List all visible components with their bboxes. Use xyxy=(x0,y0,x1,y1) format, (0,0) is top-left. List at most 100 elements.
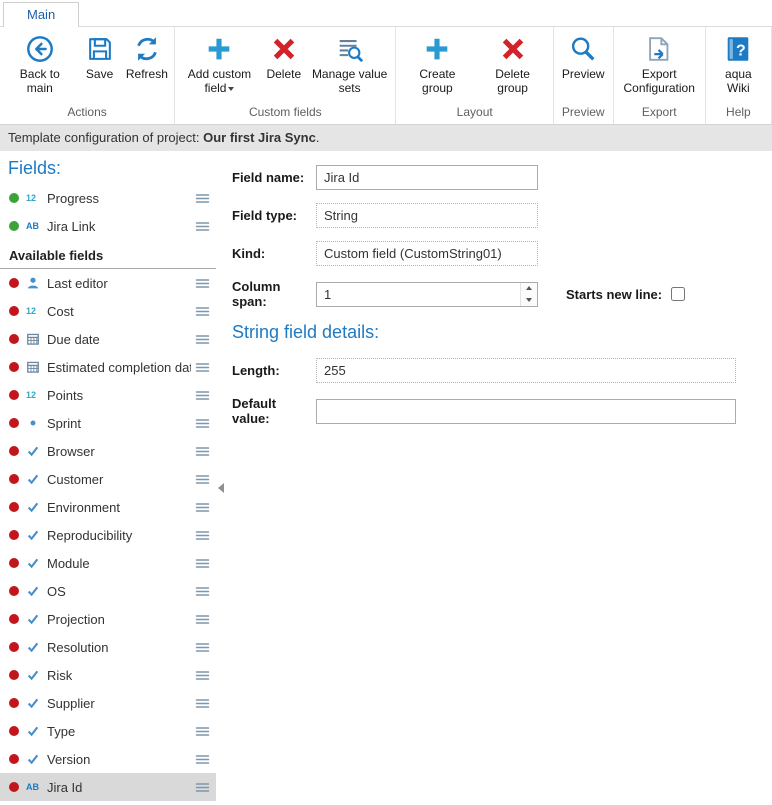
field-item-os[interactable]: OS xyxy=(0,577,216,605)
save-button[interactable]: Save xyxy=(77,32,123,83)
ribbon-button-label: Back to main xyxy=(8,67,72,95)
field-item-projection[interactable]: Projection xyxy=(0,605,216,633)
field-item-resolution[interactable]: Resolution xyxy=(0,633,216,661)
text-type-icon: AB xyxy=(26,780,44,795)
field-item-progress[interactable]: 12Progress xyxy=(0,184,216,212)
field-item-points[interactable]: 12Points xyxy=(0,381,216,409)
delete-button[interactable]: Delete xyxy=(261,32,307,83)
field-item-last-editor[interactable]: Last editor xyxy=(0,269,216,297)
choice-type-icon xyxy=(26,724,44,739)
drag-handle-icon[interactable] xyxy=(195,586,210,597)
choice-type-icon xyxy=(26,612,44,627)
wiki-icon: ? xyxy=(723,34,753,64)
drag-handle-icon[interactable] xyxy=(195,754,210,765)
field-item-jira-id[interactable]: ABJira Id xyxy=(0,773,216,801)
preview-button[interactable]: Preview xyxy=(557,32,610,83)
available-fields-header: Available fields xyxy=(0,240,216,269)
available-status-dot xyxy=(9,754,19,764)
drag-handle-icon[interactable] xyxy=(195,782,210,793)
ribbon-toolbar: Back to mainSaveRefreshActionsAdd custom… xyxy=(0,27,772,125)
ribbon-group-layout: Create groupDelete group Layout xyxy=(396,27,553,124)
field-item-due-date[interactable]: Due date xyxy=(0,325,216,353)
drag-handle-icon[interactable] xyxy=(195,221,210,232)
field-item-estimated-completion-date[interactable]: Estimated completion date xyxy=(0,353,216,381)
ribbon-button-label: Refresh xyxy=(126,67,168,81)
drag-handle-icon[interactable] xyxy=(195,474,210,485)
drag-handle-icon[interactable] xyxy=(195,334,210,345)
available-status-dot xyxy=(9,306,19,316)
ribbon-group-help: ?aqua WikiHelp xyxy=(706,27,772,124)
available-status-dot xyxy=(9,782,19,792)
choice-type-icon xyxy=(26,444,44,459)
spin-down-icon[interactable] xyxy=(521,294,537,306)
drag-handle-icon[interactable] xyxy=(195,670,210,681)
starts-new-line-checkbox[interactable] xyxy=(671,287,685,301)
create-group-button[interactable]: Create group xyxy=(399,32,475,97)
available-status-dot xyxy=(9,334,19,344)
manage-value-sets-button[interactable]: Manage value sets xyxy=(307,32,393,97)
field-item-customer[interactable]: Customer xyxy=(0,465,216,493)
drag-handle-icon[interactable] xyxy=(195,362,210,373)
drag-handle-icon[interactable] xyxy=(195,614,210,625)
delete-icon xyxy=(498,34,528,64)
sidebar-splitter[interactable] xyxy=(216,151,226,805)
svg-text:?: ? xyxy=(736,43,746,60)
drag-handle-icon[interactable] xyxy=(195,530,210,541)
column-span-input[interactable] xyxy=(316,282,538,307)
spinner-controls xyxy=(520,283,537,306)
ribbon-group-actions: Back to mainSaveRefreshActions xyxy=(0,27,175,124)
ribbon-tab-bar: Main xyxy=(0,0,772,27)
field-item-label: Sprint xyxy=(47,416,191,431)
aqua-wiki-button[interactable]: ?aqua Wiki xyxy=(709,32,768,97)
ribbon-group-title: Layout xyxy=(396,103,552,124)
spin-up-icon[interactable] xyxy=(521,283,537,295)
field-item-risk[interactable]: Risk xyxy=(0,661,216,689)
field-item-label: Environment xyxy=(47,500,191,515)
add-icon xyxy=(422,34,452,64)
export-configuration-button[interactable]: Export Configuration xyxy=(617,32,702,97)
collapse-sidebar-icon[interactable] xyxy=(218,483,224,493)
choice-type-icon xyxy=(26,500,44,515)
field-item-version[interactable]: Version xyxy=(0,745,216,773)
preview-icon xyxy=(568,34,598,64)
main-content: Fields: 12ProgressABJira Link Available … xyxy=(0,151,772,805)
drag-handle-icon[interactable] xyxy=(195,558,210,569)
available-status-dot xyxy=(9,474,19,484)
drag-handle-icon[interactable] xyxy=(195,418,210,429)
field-item-jira-link[interactable]: ABJira Link xyxy=(0,212,216,240)
field-item-module[interactable]: Module xyxy=(0,549,216,577)
user-type-icon xyxy=(26,276,44,291)
field-item-supplier[interactable]: Supplier xyxy=(0,689,216,717)
field-name-input[interactable] xyxy=(316,165,538,190)
drag-handle-icon[interactable] xyxy=(195,726,210,737)
field-item-environment[interactable]: Environment xyxy=(0,493,216,521)
length-label: Length: xyxy=(232,363,316,378)
string-details-title: String field details: xyxy=(232,322,754,343)
ribbon-button-label: Manage value sets xyxy=(312,67,388,95)
drag-handle-icon[interactable] xyxy=(195,642,210,653)
add-custom-field-button[interactable]: Add custom field xyxy=(178,32,261,97)
drag-handle-icon[interactable] xyxy=(195,698,210,709)
field-item-label: Browser xyxy=(47,444,191,459)
field-item-reproducibility[interactable]: Reproducibility xyxy=(0,521,216,549)
drag-handle-icon[interactable] xyxy=(195,390,210,401)
ribbon-group-title: Preview xyxy=(554,103,613,124)
drag-handle-icon[interactable] xyxy=(195,502,210,513)
field-item-sprint[interactable]: Sprint xyxy=(0,409,216,437)
field-item-browser[interactable]: Browser xyxy=(0,437,216,465)
drag-handle-icon[interactable] xyxy=(195,446,210,457)
refresh-button[interactable]: Refresh xyxy=(123,32,172,83)
chevron-down-icon xyxy=(228,87,234,91)
drag-handle-icon[interactable] xyxy=(195,278,210,289)
field-item-label: OS xyxy=(47,584,191,599)
field-item-type[interactable]: Type xyxy=(0,717,216,745)
delete-group-button[interactable]: Delete group xyxy=(475,32,550,97)
drag-handle-icon[interactable] xyxy=(195,306,210,317)
field-item-cost[interactable]: 12Cost xyxy=(0,297,216,325)
field-config-form: Field name: Field type: Kind: Column spa… xyxy=(226,151,772,805)
default-value-input[interactable] xyxy=(316,399,736,424)
back-to-main-button[interactable]: Back to main xyxy=(3,32,77,97)
tab-main[interactable]: Main xyxy=(3,2,79,27)
header-text: Template configuration of project: xyxy=(8,130,203,145)
drag-handle-icon[interactable] xyxy=(195,193,210,204)
